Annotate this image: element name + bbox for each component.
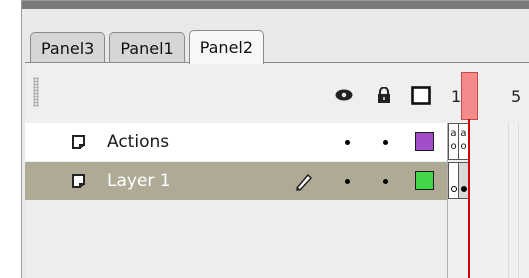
layer-row-actions[interactable]: Actions (25, 123, 447, 161)
layer-row-layer-1[interactable]: Layer 1 (25, 162, 447, 200)
tab-panel1[interactable]: Panel1 (109, 32, 185, 63)
playhead-handle[interactable] (461, 72, 478, 120)
tab-panel3[interactable]: Panel3 (30, 32, 106, 63)
tab-panel2[interactable]: Panel2 (188, 30, 265, 64)
frame-grid-line (508, 123, 509, 278)
layer-icon (72, 174, 85, 188)
timeline-header: 1 5 (25, 63, 529, 124)
frame-grid-line (518, 123, 519, 278)
timeline-panel: 1 5 Actions Layer 1 a o a o (25, 62, 529, 278)
window-top-bar (22, 1, 529, 9)
timeline-frames[interactable]: ao ao (447, 123, 529, 278)
outline-color-swatch[interactable] (415, 132, 434, 151)
outline-color-swatch[interactable] (415, 171, 434, 190)
visibility-dot[interactable] (345, 140, 350, 145)
eye-icon[interactable] (335, 87, 353, 103)
lock-dot[interactable] (383, 140, 388, 145)
keyframe (461, 186, 467, 192)
playhead-line (468, 119, 470, 278)
layer-icon (72, 135, 85, 149)
pencil-icon (295, 173, 313, 191)
frame-number-1: 1 (451, 87, 462, 106)
visibility-dot[interactable] (345, 179, 350, 184)
lock-icon[interactable] (375, 87, 393, 103)
empty-keyframe (451, 186, 457, 192)
timeline-panel-frame: Panel3 Panel1 Panel2 1 5 Actions Layer 1… (21, 0, 529, 278)
outline-square-icon[interactable] (411, 86, 431, 105)
panel-tab-strip: Panel3 Panel1 Panel2 (30, 29, 268, 64)
frame-number-5: 5 (511, 87, 522, 106)
layer-name: Actions (107, 132, 170, 152)
panel-grip-handle[interactable] (33, 77, 39, 107)
layer-name: Layer 1 (107, 171, 171, 191)
lock-dot[interactable] (383, 179, 388, 184)
